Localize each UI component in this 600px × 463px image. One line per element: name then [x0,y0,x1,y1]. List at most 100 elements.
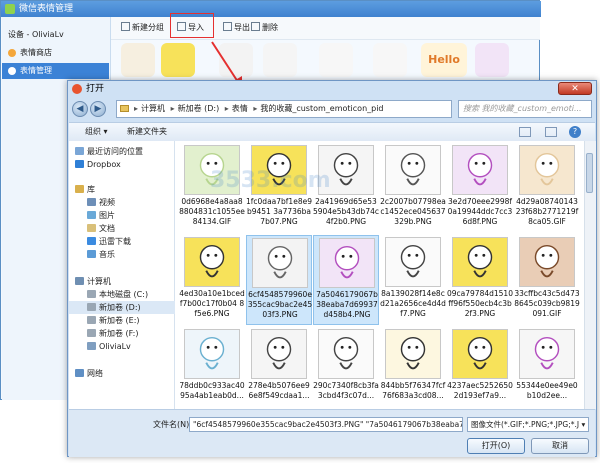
sticker-figure [467,336,493,370]
nav-item[interactable]: 视频 [69,196,191,209]
nav-item[interactable]: 新加卷 (E:) [69,314,191,327]
file-tile[interactable]: 3e2d70eee2998f0a19944ddc7cc36d8f.PNG [447,143,513,233]
nav-item-label: 新加卷 (E:) [99,316,140,325]
sticker-figure [267,245,293,279]
preview-pane-icon[interactable] [545,127,557,137]
nav-item-label: 视频 [99,198,115,207]
file-name: 0d6968e4a8aa88804831c1055ee84134.GIF [179,197,245,226]
nav-item[interactable]: 新加卷 (D:) [69,301,191,314]
open-file-dialog: 打开 ✕ ◀ ▶ ▸ 计算机 ▸ 新加卷 (D:) ▸ 表情 ▸ 我的收藏_custom… [67,80,597,457]
nav-item-label: 本地磁盘 (C:) [99,290,149,299]
file-grid: 0d6968e4a8aa88804831c1055ee84134.GIF 1fc0… [175,141,584,409]
open-button[interactable]: 打开(O) [467,438,525,454]
file-tile[interactable]: 844bb5f76347fcf76f683a3cd08... [380,327,446,409]
delete-button[interactable]: 删除 [251,21,278,35]
file-tile[interactable]: 8a139028f14e8cd21a2656ce4d4df7.PNG [380,235,446,325]
file-thumbnail [319,238,375,288]
nav-item[interactable]: OliviaLv [69,340,191,353]
file-tile[interactable]: 0d6968e4a8aa88804831c1055ee84134.GIF [179,143,245,233]
new-group-label: 新建分组 [132,23,164,32]
close-button[interactable]: ✕ [558,82,592,95]
file-tile[interactable]: 7a5046179067b38eaba7d69937d458b4.PNG [313,235,379,325]
nav-item[interactable]: 文档 [69,222,191,235]
nav-item[interactable]: 图片 [69,209,191,222]
help-icon[interactable]: ? [569,126,581,138]
sticker-figure [333,152,359,186]
dialog-title: 打开 [86,84,105,94]
sticker-thumb[interactable] [121,43,155,77]
nav-item[interactable]: 最近访问的位置 [69,145,179,158]
nav-item[interactable]: 计算机 [69,275,179,288]
nav-item[interactable]: 新加卷 (F:) [69,327,191,340]
address-bar[interactable]: ▸ 计算机 ▸ 新加卷 (D:) ▸ 表情 ▸ 我的收藏_custom_emoticon… [116,100,452,118]
file-tile[interactable]: 4ed30a10e1bcedf7b00c17f0b04 8f5e6.PNG [179,235,245,325]
file-name: 4237aec52526502d193ef7a9... [447,381,513,400]
nav-item-label: 文档 [99,224,115,233]
file-tile[interactable]: 78ddb0c933ac4095a4ab1eab0d... [179,327,245,409]
nav-item[interactable]: 音乐 [69,248,191,261]
new-group-button[interactable]: 新建分组 [121,21,164,35]
sidebar-item-store[interactable]: 表情商店 [2,45,109,61]
cancel-button[interactable]: 取消 [531,438,589,454]
file-tile[interactable]: 290c7340f8cb3fa3cbd4f3c07d... [313,327,379,409]
file-tile[interactable]: 1fc0daa7bf1e8e9b9451 3a7736ba7b07.PNG [246,143,312,233]
breadcrumb-folder[interactable]: 表情 [232,104,248,113]
file-thumbnail [318,329,374,379]
file-name: 55344e0ee49e0b10d2ee... [516,381,578,400]
filename-input[interactable]: "6cf4548579960e355cac9bac2e4503f3.PNG" "… [189,417,463,432]
drive-icon [87,329,96,337]
organize-menu[interactable]: 组织 ▾ [85,126,108,138]
dialog-footer: 文件名(N): "6cf4548579960e355cac9bac2e4503f… [69,409,595,457]
file-thumbnail [251,145,307,195]
back-button[interactable]: ◀ [72,101,88,117]
plus-icon [121,22,130,31]
nav-item[interactable]: Dropbox [69,158,179,171]
search-input[interactable]: 搜索 我的收藏_custom_emoti... [458,100,592,118]
forward-arrow-icon: ▶ [94,104,102,114]
breadcrumb-computer[interactable]: 计算机 [141,104,165,113]
breadcrumb-drive-d[interactable]: 新加卷 (D:) [178,104,220,113]
new-folder-button[interactable]: 新建文件夹 [127,126,167,138]
sidebar-item-label: 表情商店 [20,48,52,57]
sticker-figure [266,152,292,186]
sidebar-item-label: 表情管理 [20,66,52,75]
sidebar-item-manage[interactable]: 表情管理 [2,63,109,79]
file-thumbnail [251,329,307,379]
delete-label: 删除 [262,23,278,32]
nav-item[interactable]: 本地磁盘 (C:) [69,288,191,301]
picture-icon [87,211,96,219]
file-tile[interactable]: 2c2007b07798eac1452ece045637329b.PNG [380,143,446,233]
file-name: 2c2007b07798eac1452ece045637329b.PNG [380,197,446,226]
file-tile[interactable]: 2a41969d65e535904e5b43db74c4f2b0.PNG [313,143,379,233]
hello-sticker[interactable]: Hello [421,43,467,77]
sticker-figure [534,244,560,278]
scrollbar-thumb[interactable] [586,153,593,193]
file-name: 290c7340f8cb3fa3cbd4f3c07d... [313,381,379,400]
nav-item[interactable]: 库 [69,183,179,196]
sticker-thumb[interactable] [319,43,353,77]
export-button[interactable]: 导出 [223,21,250,35]
nav-item[interactable]: 迅雷下载 [69,235,191,248]
file-tile[interactable]: 09ca79784d1510ff96f550ecb4c3b2f3.PNG [447,235,513,325]
file-tile[interactable]: 4d29a0874014323f68b2771219f8ca05.GIF [514,143,580,233]
file-thumbnail [184,145,240,195]
forward-button[interactable]: ▶ [90,101,106,117]
file-tile[interactable]: 6cf4548579960e355cac9bac2e4503f3.PNG [246,235,312,325]
drive-icon [87,303,96,311]
sticker-figure [333,336,359,370]
nav-item[interactable]: 网络 [69,367,179,380]
network-icon [75,369,84,377]
filetype-select[interactable]: 图像文件(*.GIF;*.PNG;*.JPG;*.J ▾ [467,417,589,432]
sticker-figure [534,152,560,186]
breadcrumb-current[interactable]: 我的收藏_custom_emoticon_pid [260,104,383,113]
user-icon [87,342,96,350]
view-icon[interactable] [519,127,531,137]
sticker-thumb[interactable] [161,43,195,77]
file-tile[interactable]: 33cffbc43c5d4738645c039cb9819091.GIF [514,235,580,325]
file-tile[interactable]: 55344e0ee49e0b10d2ee... [514,327,580,409]
file-tile[interactable]: 4237aec52526502d193ef7a9... [447,327,513,409]
sticker-thumb[interactable] [263,43,297,77]
sticker-thumb[interactable] [475,43,509,77]
file-tile[interactable]: 278e4b5076ee9 6e8f549cdaa1... [246,327,312,409]
sticker-thumb[interactable] [373,43,407,77]
